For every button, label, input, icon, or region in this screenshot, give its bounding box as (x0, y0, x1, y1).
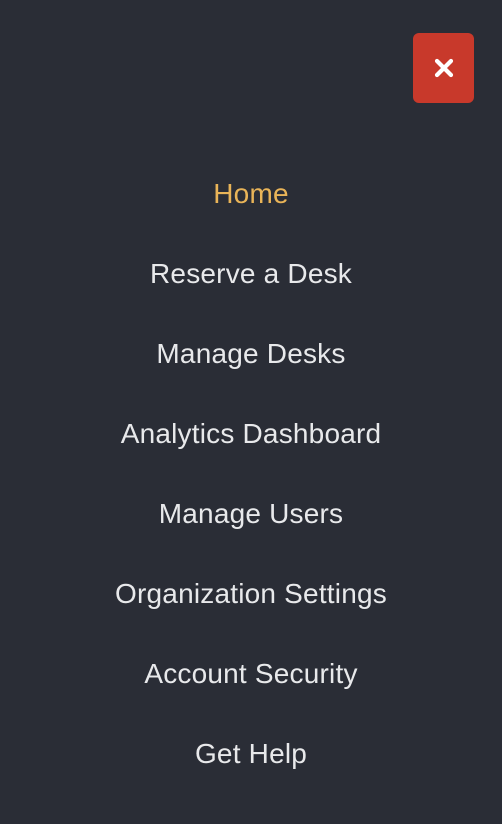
menu-item-manage-users: Manage Users (0, 474, 502, 554)
menu-item-home: Home (0, 154, 502, 234)
nav-link-manage-users[interactable]: Manage Users (159, 474, 343, 554)
menu-item-reserve-desk: Reserve a Desk (0, 234, 502, 314)
menu-item-analytics-dashboard: Analytics Dashboard (0, 394, 502, 474)
menu-item-organization-settings: Organization Settings (0, 554, 502, 634)
nav-link-get-help[interactable]: Get Help (195, 714, 307, 794)
nav-link-organization-settings[interactable]: Organization Settings (115, 554, 387, 634)
close-icon (434, 58, 453, 78)
mobile-nav-menu: Home Reserve a Desk Manage Desks Analyti… (0, 0, 502, 824)
nav-link-analytics-dashboard[interactable]: Analytics Dashboard (121, 394, 382, 474)
nav-link-home[interactable]: Home (213, 154, 289, 234)
close-menu-button[interactable] (413, 33, 474, 103)
menu-item-account-security: Account Security (0, 634, 502, 714)
menu-item-manage-desks: Manage Desks (0, 314, 502, 394)
nav-link-reserve-desk[interactable]: Reserve a Desk (150, 234, 352, 314)
nav-menu-list: Home Reserve a Desk Manage Desks Analyti… (0, 154, 502, 794)
nav-link-manage-desks[interactable]: Manage Desks (156, 314, 345, 394)
nav-link-account-security[interactable]: Account Security (144, 634, 357, 714)
menu-item-get-help: Get Help (0, 714, 502, 794)
